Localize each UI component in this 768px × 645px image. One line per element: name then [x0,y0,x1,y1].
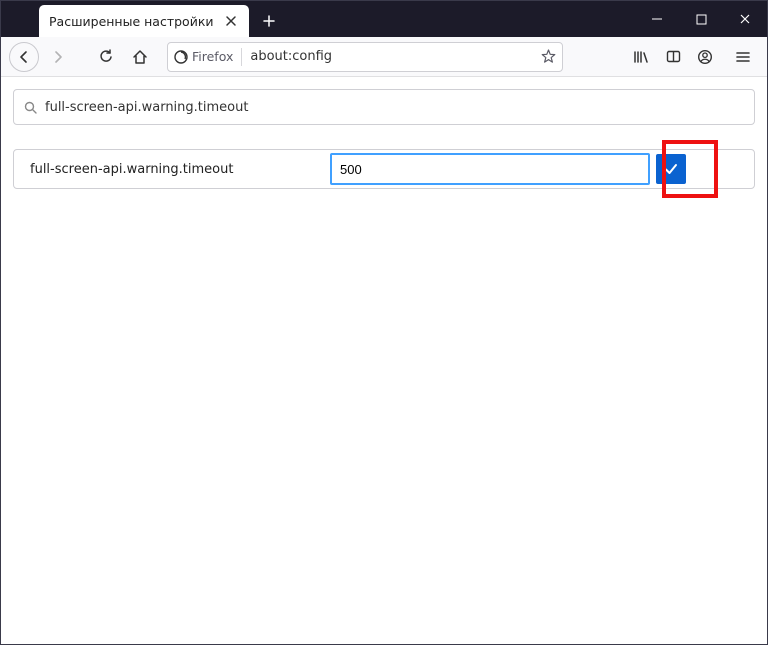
home-button[interactable] [125,42,155,72]
sidebar-button[interactable] [657,41,689,73]
reload-button[interactable] [91,42,121,72]
firefox-logo-icon [174,50,188,64]
annotation-highlight [662,140,718,198]
pref-row: full-screen-api.warning.timeout [13,149,755,189]
toolbar-right [625,41,759,73]
tab-strip: Расширенные настройки [1,1,767,37]
library-button[interactable] [625,41,657,73]
back-button[interactable] [9,42,39,72]
search-icon [24,101,37,114]
url-bar[interactable]: Firefox about:config [167,42,563,72]
urlbar-separator [241,48,242,66]
pref-value-input[interactable] [330,153,650,185]
about-config-content: full-screen-api.warning.timeout full-scr… [1,77,767,644]
config-search-box[interactable]: full-screen-api.warning.timeout [13,89,755,125]
firefox-window: Расширенные настройки [0,0,768,645]
bookmark-star-icon[interactable] [541,49,556,64]
site-identity[interactable]: Firefox [174,49,233,64]
identity-label: Firefox [192,49,233,64]
close-tab-icon[interactable] [223,13,239,29]
close-window-button[interactable] [723,1,767,37]
account-button[interactable] [689,41,721,73]
url-text: about:config [250,49,533,64]
window-controls [635,1,767,37]
navigation-toolbar: Firefox about:config [1,37,767,77]
forward-button[interactable] [43,42,73,72]
app-menu-button[interactable] [727,41,759,73]
new-tab-button[interactable] [255,7,283,35]
config-search-text: full-screen-api.warning.timeout [45,100,248,115]
pref-name: full-screen-api.warning.timeout [30,162,330,177]
tab-title: Расширенные настройки [49,14,223,29]
browser-tab[interactable]: Расширенные настройки [39,5,249,37]
minimize-button[interactable] [635,1,679,37]
maximize-button[interactable] [679,1,723,37]
